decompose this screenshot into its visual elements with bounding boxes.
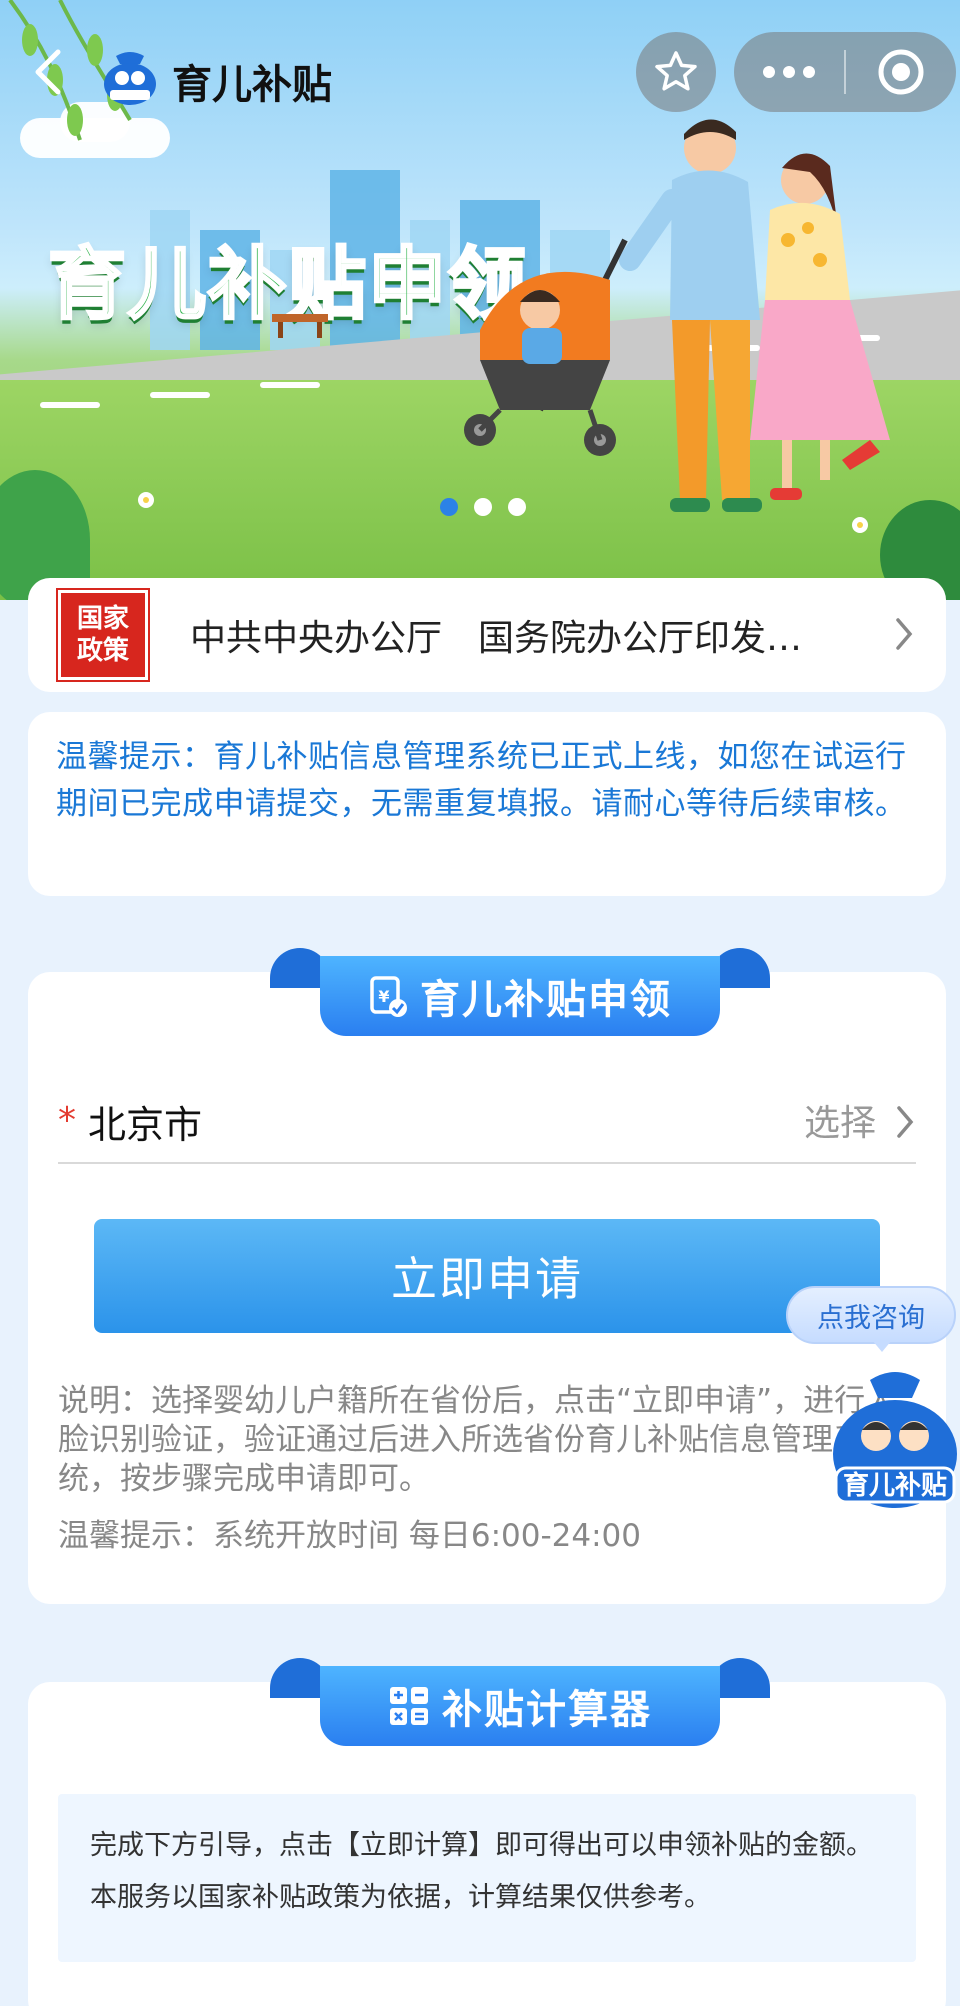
policy-headline[interactable]: 中共中央办公厅 国务院办公厅印发… [190, 609, 870, 661]
carousel-dot[interactable] [440, 498, 458, 516]
back-button[interactable] [28, 46, 68, 98]
calculator-card: 补贴计算器 完成下方引导，点击【立即计算】即可得出可以申领补贴的金额。本服务以国… [28, 1658, 946, 2006]
consult-bubble-tail [872, 1340, 892, 1352]
road-line [260, 382, 320, 388]
mascot-bag-icon: 育儿补贴 [833, 1372, 957, 1508]
chevron-right-icon [897, 1106, 914, 1138]
section-header: ¥ 育儿补贴申领 [320, 956, 720, 1036]
mascot-consult-button[interactable]: 育儿补贴 [830, 1364, 960, 1510]
bag-logo-icon [104, 52, 156, 105]
carousel-dot[interactable] [508, 498, 526, 516]
subsidy-doc-icon: ¥ [370, 976, 407, 1017]
notice-text: 温馨提示：育儿补贴信息管理系统已正式上线，如您在试运行期间已完成申请提交，无需重… [56, 739, 907, 822]
select-label[interactable]: 选择 [804, 1094, 876, 1146]
section-ribbon: ¥ 育儿补贴申领 [270, 948, 770, 1038]
policy-news-card[interactable]: 国家 政策 中共中央办公厅 国务院办公厅印发… [28, 578, 946, 692]
province-selector[interactable]: * 北京市 选择 [58, 1080, 916, 1164]
family-stroller-illustration [464, 119, 890, 512]
notice-card: 温馨提示：育儿补贴信息管理系统已正式上线，如您在试运行期间已完成申请提交，无需重… [28, 712, 946, 896]
miniprogram-capsule [734, 32, 956, 112]
section-ribbon: 补贴计算器 [270, 1658, 770, 1748]
app-name: 育儿补贴 [172, 62, 332, 108]
carousel-indicator[interactable] [440, 498, 526, 516]
flower-icon [852, 517, 868, 533]
calculator-icon [390, 1687, 428, 1725]
chevron-right-icon [896, 618, 913, 650]
badge-line: 国家 [76, 604, 129, 634]
badge-line: 政策 [76, 636, 129, 666]
more-button[interactable] [734, 65, 844, 79]
svg-text:¥: ¥ [378, 987, 391, 1006]
back-arrow-icon [35, 49, 61, 95]
apply-description: 说明：选择婴幼儿户籍所在省份后，点击“立即申请”，进行人脸识别验证，验证通过后进… [58, 1383, 897, 1497]
carousel-dot[interactable] [474, 498, 492, 516]
flower-icon [138, 492, 154, 508]
section-title: 育儿补贴申领 [420, 977, 672, 1023]
required-mark: * [58, 1100, 76, 1141]
close-miniprogram-button[interactable] [846, 48, 956, 96]
national-policy-badge: 国家 政策 [56, 588, 150, 682]
road-line [40, 402, 100, 408]
road-line [150, 392, 210, 398]
selected-province: 北京市 [88, 1103, 203, 1147]
consult-button[interactable]: 点我咨询 [786, 1286, 956, 1344]
star-icon [655, 51, 697, 91]
section-header: 补贴计算器 [320, 1666, 720, 1746]
favorite-button[interactable] [636, 32, 716, 112]
target-close-icon [878, 49, 924, 95]
apply-now-button[interactable]: 立即申请 [94, 1219, 880, 1333]
bench-icon [272, 314, 328, 338]
section-title: 补贴计算器 [442, 1687, 652, 1733]
more-dots-icon [763, 66, 815, 78]
mascot-label: 育儿补贴 [843, 1470, 947, 1501]
app-logo [100, 46, 160, 106]
calculator-description: 完成下方引导，点击【立即计算】即可得出可以申领补贴的金额。本服务以国家补贴政策为… [58, 1794, 916, 1962]
opening-hours: 温馨提示：系统开放时间 每日6:00-24:00 [58, 1518, 641, 1554]
